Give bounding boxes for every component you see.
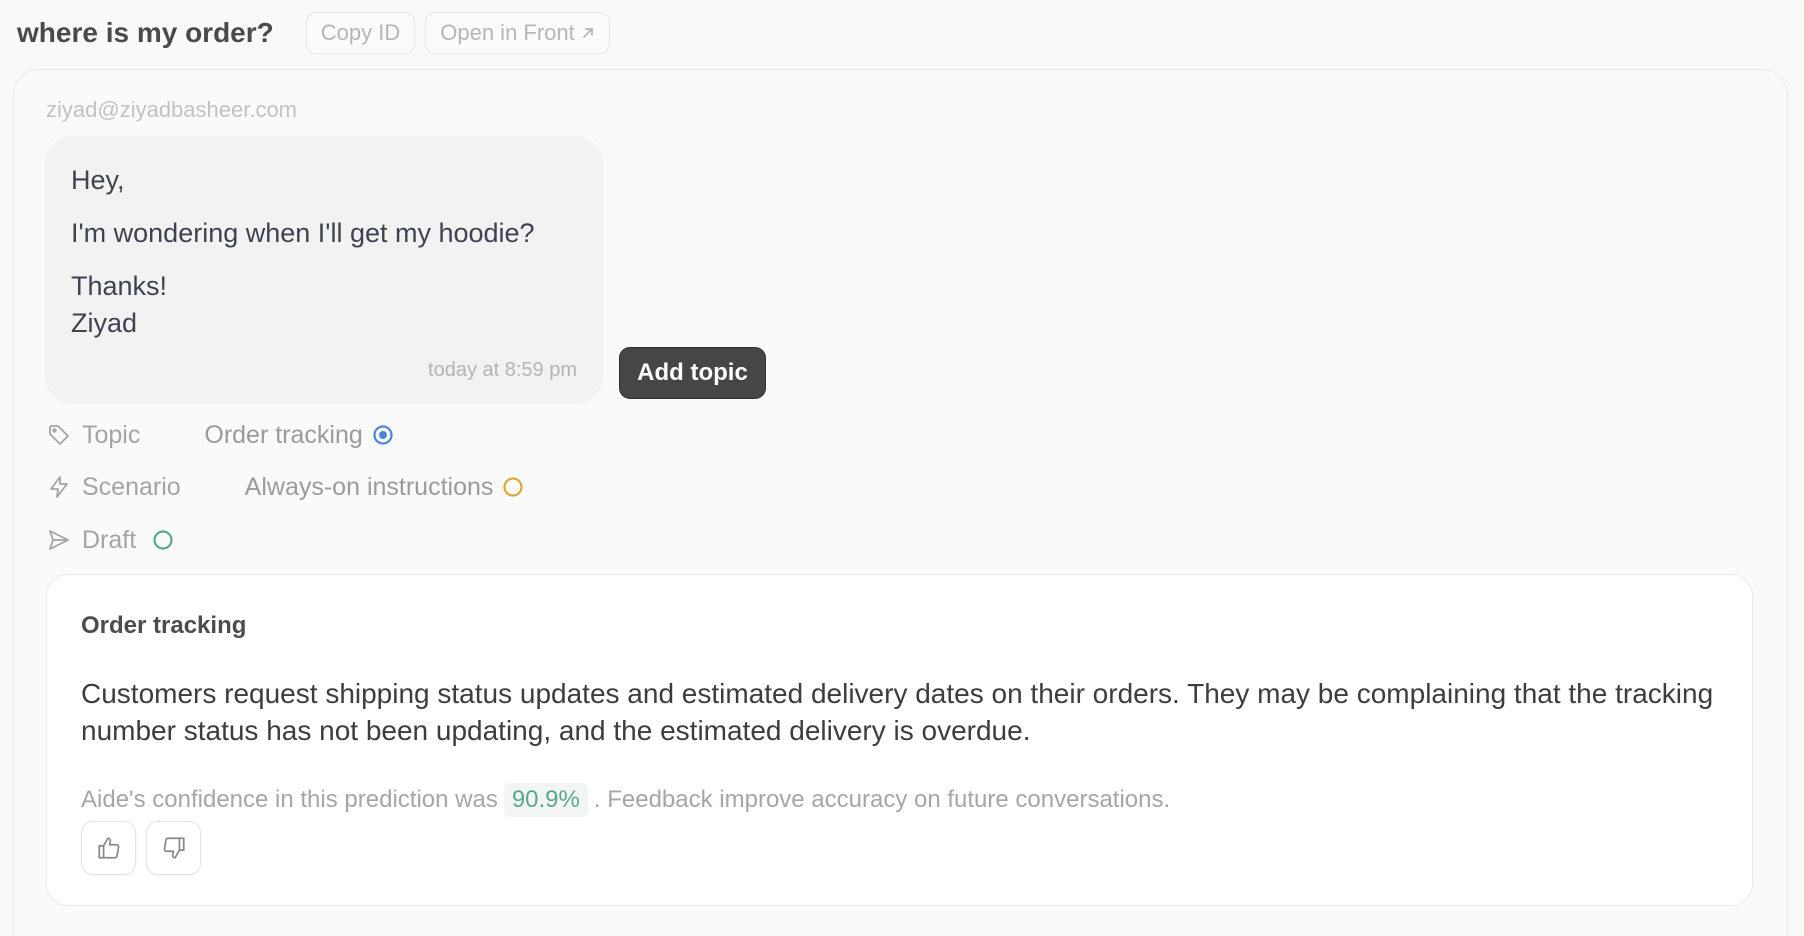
topic-detail-card: Order tracking Customers request shippin… [46, 574, 1753, 906]
scenario-status-icon [502, 476, 524, 498]
message-body: I'm wondering when I'll get my hoodie? [71, 218, 535, 248]
sender-email: ziyad@ziyadbasheer.com [46, 97, 298, 122]
draft-label: Draft [82, 525, 137, 554]
detail-title: Order tracking [81, 612, 247, 639]
message-timestamp: today at 8:59 pm [428, 359, 577, 381]
topic-label: Topic [82, 420, 141, 449]
page-title: where is my order? [17, 17, 274, 48]
topic-value-text: Order tracking [204, 420, 363, 449]
copy-id-button[interactable]: Copy ID [305, 12, 416, 54]
confidence-badge: 90.9% [503, 783, 588, 817]
copy-id-label: Copy ID [320, 20, 401, 45]
conversation-view: where is my order? Copy ID Open in Front… [0, 0, 1804, 936]
lightning-icon [46, 474, 72, 500]
add-topic-label: Add topic [637, 359, 748, 386]
confidence-prefix: Aide's confidence in this prediction was [81, 786, 498, 813]
scenario-value-text: Always-on instructions [244, 472, 494, 501]
open-in-front-button[interactable]: Open in Front [425, 12, 610, 54]
thumbs-up-icon [96, 835, 122, 861]
message-bubble: Hey, I'm wondering when I'll get my hood… [45, 136, 603, 404]
scenario-label: Scenario [82, 472, 181, 501]
add-topic-button[interactable]: Add topic [619, 347, 766, 399]
detail-description: Customers request shipping status update… [81, 678, 1714, 746]
topic-status-icon [372, 424, 394, 446]
header: where is my order? Copy ID Open in Front [17, 12, 610, 54]
message-signature: Ziyad [71, 308, 138, 338]
confidence-suffix: . Feedback improve accuracy on future co… [593, 786, 1171, 813]
thumbs-up-button[interactable] [81, 821, 136, 875]
draft-row: Draft [46, 523, 174, 557]
message-signoff: Thanks! [71, 271, 168, 301]
arrow-up-right-icon [581, 26, 595, 40]
feedback-buttons [81, 821, 201, 875]
topic-value[interactable]: Order tracking [204, 421, 393, 450]
send-icon [46, 527, 72, 553]
topic-row: Topic Order tracking [46, 418, 394, 452]
thumbs-down-icon [161, 835, 187, 861]
message-greeting: Hey, [71, 165, 125, 195]
scenario-row: Scenario Always-on instructions [46, 470, 524, 504]
open-in-front-label: Open in Front [440, 20, 575, 45]
thumbs-down-button[interactable] [146, 821, 201, 875]
scenario-value[interactable]: Always-on instructions [245, 473, 525, 502]
confidence-text: Aide's confidence in this prediction was… [81, 783, 1170, 817]
draft-status-icon[interactable] [152, 529, 174, 551]
tag-icon [46, 422, 72, 448]
